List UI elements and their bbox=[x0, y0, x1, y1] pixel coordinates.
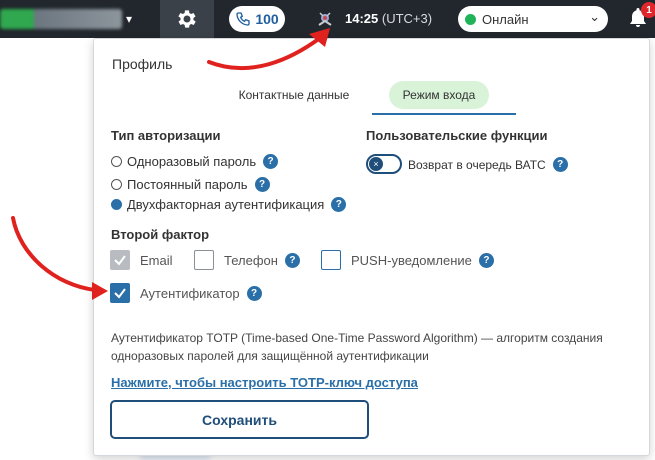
checkmark-icon bbox=[114, 288, 126, 299]
auth-option-permanent[interactable]: Постоянный пароль ? bbox=[111, 177, 270, 192]
tab-login-mode[interactable]: Режим входа bbox=[389, 81, 489, 109]
close-icon: × bbox=[369, 157, 383, 171]
arrow-to-authenticator bbox=[11, 216, 97, 292]
help-icon[interactable]: ? bbox=[246, 285, 262, 301]
top-bar: ▾ 100 14:25 (UTC+3) Онлайн ⌄ 1 bbox=[0, 0, 655, 38]
calls-counter[interactable]: 100 bbox=[229, 6, 285, 32]
phone-checkbox[interactable] bbox=[194, 250, 214, 270]
auth-option-two-factor[interactable]: Двухфакторная аутентификация ? bbox=[111, 197, 347, 212]
help-icon[interactable]: ? bbox=[331, 197, 347, 212]
clock-time: 14:25 bbox=[345, 11, 379, 26]
settings-button[interactable] bbox=[160, 0, 214, 38]
queue-return-row: Возврат в очередь ВАТС ? bbox=[408, 157, 568, 172]
email-checkbox bbox=[110, 250, 130, 270]
second-factor-heading: Второй фактор bbox=[111, 227, 210, 242]
auth-option-label: Двухфакторная аутентификация bbox=[127, 197, 325, 212]
help-icon[interactable]: ? bbox=[478, 252, 494, 268]
totp-description: Аутентификатор TOTP (Time-based One-Time… bbox=[111, 331, 603, 363]
status-select[interactable]: Онлайн ⌄ bbox=[458, 6, 608, 32]
auth-type-heading: Тип авторизации bbox=[111, 128, 221, 143]
factor-phone[interactable]: Телефон ? bbox=[194, 250, 300, 270]
radio-one-time[interactable] bbox=[111, 156, 122, 167]
tab-contacts[interactable]: Контактные данные bbox=[224, 81, 364, 109]
radio-permanent[interactable] bbox=[111, 179, 122, 190]
push-checkbox[interactable] bbox=[321, 250, 341, 270]
help-icon[interactable]: ? bbox=[263, 154, 279, 169]
queue-return-label: Возврат в очередь ВАТС bbox=[408, 157, 546, 172]
radio-two-factor[interactable] bbox=[111, 199, 122, 210]
factor-label: PUSH-уведомление bbox=[351, 252, 472, 268]
active-tab-indicator bbox=[372, 113, 516, 115]
account-name-blurred[interactable] bbox=[0, 9, 122, 29]
notifications-badge: 1 bbox=[641, 2, 655, 18]
user-functions-heading: Пользовательские функции bbox=[366, 128, 548, 143]
factor-label: Телефон bbox=[224, 252, 278, 268]
checkmark-icon bbox=[114, 255, 126, 266]
help-icon[interactable]: ? bbox=[254, 177, 270, 192]
chevron-down-icon[interactable]: ▾ bbox=[126, 12, 132, 26]
extension-icon[interactable] bbox=[316, 10, 334, 28]
factor-email: Email bbox=[110, 250, 173, 270]
authenticator-checkbox[interactable] bbox=[110, 283, 130, 303]
gear-icon bbox=[178, 10, 196, 28]
panel-title: Профиль bbox=[112, 56, 173, 72]
factor-label: Аутентификатор bbox=[140, 285, 240, 301]
clock-timezone: (UTC+3) bbox=[381, 11, 433, 26]
factor-push[interactable]: PUSH-уведомление ? bbox=[321, 250, 494, 270]
help-icon[interactable]: ? bbox=[284, 252, 300, 268]
chevron-down-icon: ⌄ bbox=[589, 9, 600, 24]
save-button[interactable]: Сохранить bbox=[110, 400, 369, 439]
auth-option-one-time[interactable]: Одноразовый пароль ? bbox=[111, 154, 279, 169]
factor-label: Email bbox=[140, 252, 173, 268]
help-icon[interactable]: ? bbox=[552, 157, 568, 172]
queue-return-toggle[interactable]: × bbox=[366, 154, 402, 174]
phone-icon bbox=[236, 12, 250, 26]
online-status-dot bbox=[465, 13, 476, 25]
profile-panel: Профиль Контактные данные Режим входа Ти… bbox=[93, 38, 650, 456]
factor-authenticator[interactable]: Аутентификатор ? bbox=[110, 283, 262, 303]
calls-count: 100 bbox=[255, 11, 279, 27]
auth-option-label: Постоянный пароль bbox=[127, 177, 248, 192]
setup-totp-link[interactable]: Нажмите, чтобы настроить TOTP-ключ досту… bbox=[111, 375, 418, 390]
status-label: Онлайн bbox=[482, 11, 529, 27]
clock: 14:25 (UTC+3) bbox=[345, 11, 432, 26]
auth-option-label: Одноразовый пароль bbox=[127, 154, 257, 169]
